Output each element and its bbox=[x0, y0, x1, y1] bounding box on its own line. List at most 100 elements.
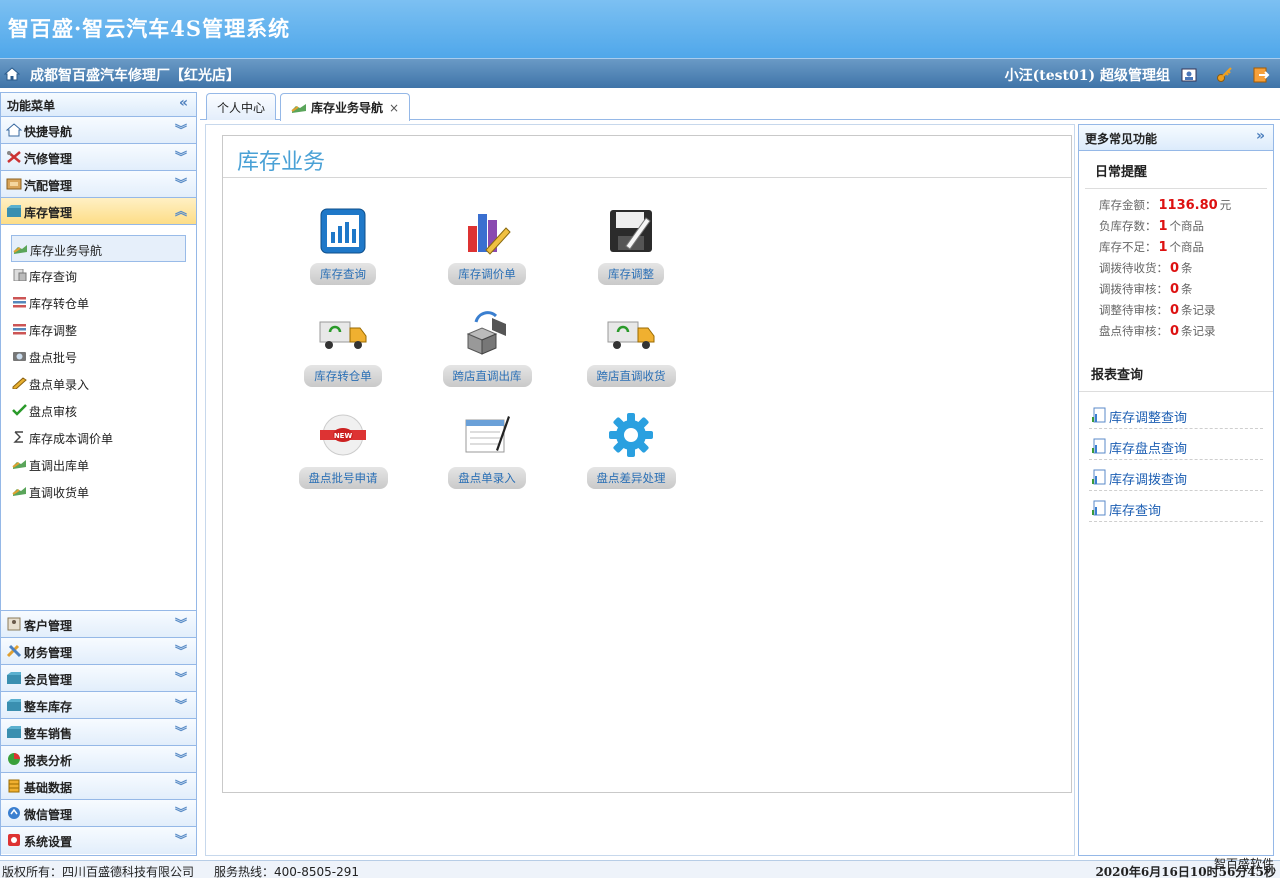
group-settings[interactable]: 系统设置 ︾ bbox=[1, 827, 196, 854]
transfer-out-icon bbox=[466, 311, 506, 355]
submenu-inventory-nav[interactable]: 库存业务导航 bbox=[11, 235, 186, 262]
wechat-icon bbox=[8, 807, 20, 819]
expand-panel-icon[interactable]: » bbox=[1256, 128, 1265, 144]
submenu-label: 直调出库单 bbox=[29, 459, 90, 473]
tile-label: 跨店直调收货 bbox=[586, 365, 676, 387]
group-member[interactable]: 会员管理 ︾ bbox=[1, 665, 196, 692]
tile-inventory-adjust[interactable]: 库存调整 bbox=[556, 206, 706, 285]
chevron-down-icon: ︾ bbox=[174, 698, 187, 712]
report-link-transfer[interactable]: 库存调拨查询 bbox=[1089, 460, 1263, 491]
reminder-value[interactable]: 1136.80 bbox=[1159, 198, 1218, 213]
floppy-icon bbox=[610, 210, 652, 252]
app-title: 智百盛·智云汽车4S管理系统 bbox=[8, 16, 291, 41]
close-icon[interactable]: × bbox=[389, 101, 399, 115]
group-label: 微信管理 bbox=[24, 808, 73, 822]
page-title: 库存业务 bbox=[223, 136, 1071, 178]
submenu-stocktake-entry[interactable]: 盘点单录入 bbox=[11, 370, 186, 397]
reminder-row: 调拨待收货： 0 条 bbox=[1099, 261, 1193, 276]
tile-stocktake-entry[interactable]: 盘点单录入 bbox=[412, 410, 562, 489]
sidebar: 功能菜单 « 快捷导航 ︾ 汽修管理 ︾ 汽配管理 ︾ 库存管理 ︽ 库存业务导… bbox=[0, 92, 197, 856]
report-link-inventory[interactable]: 库存查询 bbox=[1089, 491, 1263, 522]
handshake-icon bbox=[291, 104, 306, 113]
reminder-row: 盘点待审核： 0 条记录 bbox=[1099, 324, 1216, 339]
member-icon bbox=[7, 672, 21, 684]
group-finance[interactable]: 财务管理 ︾ bbox=[1, 638, 196, 665]
reminder-value[interactable]: 0 bbox=[1170, 282, 1179, 297]
group-repair[interactable]: 汽修管理 ︾ bbox=[1, 144, 196, 171]
copyright-text: 版权所有：四川百盛德科技有限公司 bbox=[2, 865, 195, 878]
tile-label: 盘点单录入 bbox=[448, 467, 526, 489]
group-inventory[interactable]: 库存管理 ︽ bbox=[1, 198, 196, 225]
finance-icon bbox=[6, 644, 22, 658]
tab-personal-center[interactable]: 个人中心 bbox=[206, 93, 277, 120]
profile-icon[interactable] bbox=[1180, 66, 1198, 84]
home-icon[interactable] bbox=[4, 67, 20, 81]
logout-icon[interactable] bbox=[1252, 66, 1270, 84]
report-link-adjust[interactable]: 库存调整查询 bbox=[1089, 398, 1263, 429]
submenu-stocktake-review[interactable]: 盘点审核 bbox=[11, 397, 186, 424]
report-icon bbox=[1092, 407, 1106, 423]
key-icon[interactable] bbox=[1216, 66, 1234, 84]
tile-transfer-order[interactable]: 库存转仓单 bbox=[268, 308, 418, 387]
submenu-transfer-order[interactable]: 库存转仓单 bbox=[11, 289, 186, 316]
tile-label: 盘点批号申请 bbox=[298, 467, 388, 489]
reminder-row: 库存金额： 1136.80 元 bbox=[1099, 198, 1232, 213]
parts-icon bbox=[6, 178, 22, 190]
submenu-label: 盘点单录入 bbox=[29, 378, 90, 392]
submenu-stocktake-batch[interactable]: 盘点批号 bbox=[11, 343, 186, 370]
group-label: 客户管理 bbox=[24, 619, 73, 633]
chevron-down-icon: ︾ bbox=[174, 725, 187, 739]
group-reports[interactable]: 报表分析 ︾ bbox=[1, 746, 196, 773]
submenu-label: 盘点批号 bbox=[29, 351, 78, 365]
user-info: 小汪(test01) 超级管理组 bbox=[1004, 68, 1170, 84]
car-sale-icon bbox=[7, 726, 21, 738]
group-base-data[interactable]: 基础数据 ︾ bbox=[1, 773, 196, 800]
reminder-row: 负库存数： 1 个商品 bbox=[1099, 219, 1205, 234]
form-pen-icon bbox=[465, 416, 510, 453]
inventory-panel: 库存业务 库存查询 库存调价单 库存调整 库存转仓单 跨店直调出库 跨店直调收货… bbox=[222, 135, 1072, 793]
group-label: 报表分析 bbox=[24, 754, 73, 768]
group-quick-nav[interactable]: 快捷导航 ︾ bbox=[1, 117, 196, 144]
tile-label: 跨店直调出库 bbox=[442, 365, 532, 387]
new-badge-icon: NEW bbox=[320, 414, 366, 456]
tile-cross-store-out[interactable]: 跨店直调出库 bbox=[412, 308, 562, 387]
tile-price-adjust[interactable]: 库存调价单 bbox=[412, 206, 562, 285]
reminder-list: 库存金额： 1136.80 元 负库存数： 1 个商品 库存不足： 1 个商品 调拨待收货：… bbox=[1079, 189, 1273, 344]
status-bar: 版权所有：四川百盛德科技有限公司 服务热线：400-8505-291 智百盛软件… bbox=[0, 857, 1280, 878]
chevron-down-icon: ︾ bbox=[174, 806, 187, 820]
collapse-sidebar-icon[interactable]: « bbox=[179, 95, 188, 111]
tile-inventory-query[interactable]: 库存查询 bbox=[268, 206, 418, 285]
group-vehicle-sales[interactable]: 整车销售 ︾ bbox=[1, 719, 196, 746]
submenu-direct-out[interactable]: 直调出库单 bbox=[11, 451, 186, 478]
pie-icon bbox=[8, 753, 20, 765]
group-label: 基础数据 bbox=[24, 781, 73, 795]
group-customer[interactable]: 客户管理 ︾ bbox=[1, 611, 196, 638]
reminder-value[interactable]: 0 bbox=[1170, 261, 1179, 276]
group-vehicle-stock[interactable]: 整车库存 ︾ bbox=[1, 692, 196, 719]
submenu-inventory-adjust[interactable]: 库存调整 bbox=[11, 316, 186, 343]
group-wechat[interactable]: 微信管理 ︾ bbox=[1, 800, 196, 827]
hotline-text: 服务热线：400-8505-291 bbox=[214, 865, 360, 878]
reminder-value[interactable]: 0 bbox=[1170, 324, 1179, 339]
reminder-value[interactable]: 1 bbox=[1159, 240, 1168, 255]
tile-stocktake-batch-apply[interactable]: NEW 盘点批号申请 bbox=[268, 410, 418, 489]
tile-cross-store-receive[interactable]: 跨店直调收货 bbox=[556, 308, 706, 387]
right-panel-title: 更多常见功能 » bbox=[1079, 125, 1273, 151]
chevron-up-icon: ︽ bbox=[174, 204, 187, 218]
report-link-stocktake[interactable]: 库存盘点查询 bbox=[1089, 429, 1263, 460]
sigma-icon bbox=[13, 431, 23, 443]
database-icon bbox=[8, 779, 20, 793]
sidebar-title: 功能菜单 « bbox=[1, 93, 196, 117]
report-icon bbox=[1092, 500, 1106, 516]
group-parts[interactable]: 汽配管理 ︾ bbox=[1, 171, 196, 198]
submenu-direct-receive[interactable]: 直调收货单 bbox=[11, 478, 186, 505]
store-name: 成都智百盛汽车修理厂【红光店】 bbox=[30, 68, 240, 84]
reminder-value[interactable]: 0 bbox=[1170, 303, 1179, 318]
tab-inventory-nav[interactable]: 库存业务导航 × bbox=[280, 93, 411, 121]
submenu-cost-price-adjust[interactable]: 库存成本调价单 bbox=[11, 424, 186, 451]
settings-icon bbox=[8, 834, 20, 846]
submenu-inventory-query[interactable]: 库存查询 bbox=[11, 262, 186, 289]
reminder-value[interactable]: 1 bbox=[1159, 219, 1168, 234]
chevron-down-icon: ︾ bbox=[174, 150, 187, 164]
tile-stocktake-diff[interactable]: 盘点差异处理 bbox=[556, 410, 706, 489]
